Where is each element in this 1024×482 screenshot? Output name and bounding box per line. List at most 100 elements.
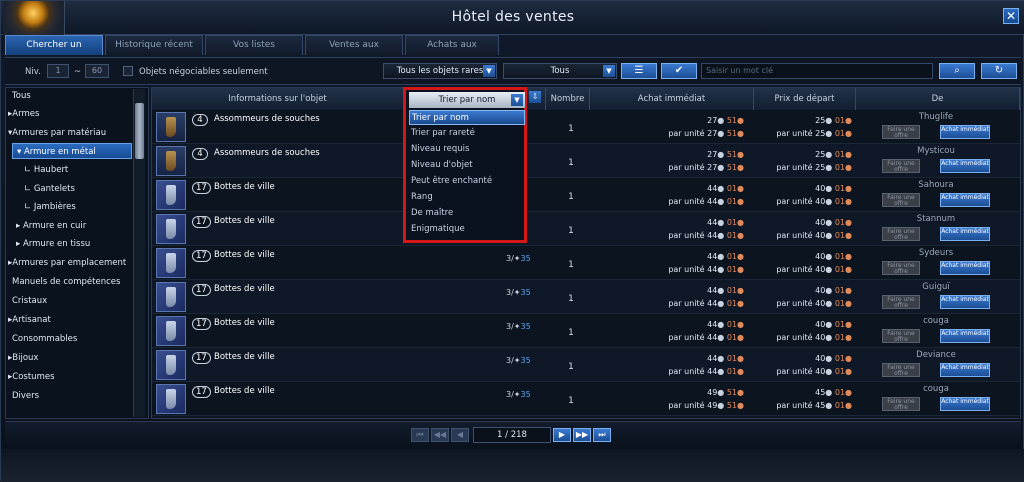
table-row[interactable]: 17 Bottes de ville 3/✦35 1 49● 51● par unité … [152,382,1020,416]
tab-search[interactable]: Chercher un objet [5,35,103,69]
tab-history[interactable]: Historique récent [105,35,203,55]
make-offer-button[interactable]: Faire une offre [882,261,920,275]
sort-option-enigmatic[interactable]: Enigmatique [409,222,525,237]
table-row[interactable]: 4Assommeurs de souches11127● 51●par unit… [152,110,1020,144]
plate-boots-icon[interactable] [156,180,186,210]
sort-option-enchantable[interactable]: Peut être enchanté [409,174,525,189]
table-row[interactable]: 17Bottes de ville35144● 01●par unité 44●… [152,212,1020,246]
make-offer-button[interactable]: Faire une offre [882,159,920,173]
plate-boots-icon[interactable] [156,214,186,244]
scrollbar-thumb[interactable] [135,103,144,159]
buy-now-button[interactable]: Achat immédiat [940,397,990,411]
sidebar-item-leather-armor[interactable]: ▸ Armure en cuir [16,218,86,234]
category-select[interactable]: Tous ▼ [503,63,617,79]
last-page-button[interactable]: ⏭ [593,428,611,442]
seller-name: Stannum [916,214,956,224]
first-page-button[interactable]: ⏮ [411,428,429,442]
sort-option-master[interactable]: De maître [409,206,525,221]
sidebar-item-consumables[interactable]: Consommables [12,331,77,347]
plate-boots-icon[interactable] [156,282,186,312]
buy-now-button[interactable]: Achat immédiat [940,329,990,343]
buy-now-button[interactable]: Achat immédiat [940,363,990,377]
plate-boots-icon[interactable] [156,384,186,414]
background-art [1,449,1024,482]
next-10-button[interactable]: ▶▶ [573,428,591,442]
make-offer-button[interactable]: Faire une offre [882,295,920,309]
tab-sales[interactable]: Ventes aux enchères [305,35,403,69]
sidebar-item-leggings[interactable]: ∟ Jambières [24,199,76,215]
sidebar-item-weapons[interactable]: ▸Armes [8,106,39,122]
make-offer-button[interactable]: Faire une offre [882,329,920,343]
column-header-seller[interactable]: De [856,88,1020,110]
tradable-checkbox[interactable] [123,66,133,76]
close-button[interactable]: ✕ [1003,8,1019,24]
buy-now-button[interactable]: Achat immédiat [940,193,990,207]
sort-option-required-level[interactable]: Niveau requis [409,142,525,157]
make-offer-button[interactable]: Faire une offre [882,227,920,241]
quantity: 1 [568,362,574,372]
sidebar-item-all[interactable]: Tous [12,88,31,104]
column-header-start[interactable]: Prix de départ [754,88,856,110]
refresh-button[interactable]: ↻ [981,63,1017,79]
sidebar-item-jewelry[interactable]: ▸Bijoux [8,350,38,366]
list-view-button[interactable]: ☰ [621,63,657,79]
sidebar-item-gauntlets[interactable]: ∟ Gantelets [24,181,75,197]
chevron-down-icon: ▼ [603,65,615,77]
table-row[interactable]: 17Bottes de ville35144● 01●par unité 44●… [152,178,1020,212]
search-button[interactable]: ⌕ [939,63,975,79]
sidebar-item-metal-armor[interactable]: ▾ Armure en métal [12,143,132,159]
sort-select[interactable]: Trier par nom ▼ [409,92,525,108]
sidebar-item-cloth-armor[interactable]: ▸ Armure en tissu [16,236,90,252]
plate-boots-icon[interactable] [156,350,186,380]
sidebar-item-crystals[interactable]: Cristaux [12,293,47,309]
search-input[interactable]: Saisir un mot clé [701,63,933,79]
leather-boots-icon[interactable] [156,146,186,176]
sidebar-item-hauberk[interactable]: ∟ Haubert [24,162,68,178]
quantity: 1 [568,192,574,202]
rarity-select[interactable]: Tous les objets rares ▼ [383,63,497,79]
plate-boots-icon[interactable] [156,316,186,346]
next-page-button[interactable]: ▶ [553,428,571,442]
start-price: 40● 01● [815,354,852,363]
prev-10-button[interactable]: ◀◀ [431,428,449,442]
level-min-input[interactable]: 1 [47,64,69,78]
auction-house-window: Hôtel des ventes ✕ Chercher un objet His… [0,0,1024,482]
prev-page-button[interactable]: ◀ [451,428,469,442]
column-header-qty[interactable]: Nombre [546,88,590,110]
table-row[interactable]: 4Assommeurs de souches11127● 51●par unit… [152,144,1020,178]
table-row[interactable]: 17 Bottes de ville 3/✦35 1 44● 01● par unité … [152,348,1020,382]
level-max-input[interactable]: 60 [85,64,109,78]
buy-now-button[interactable]: Achat immédiat [940,227,990,241]
sort-option-name[interactable]: Trier par nom [409,110,525,125]
sidebar-item-crafting[interactable]: ▸Artisanat [8,312,51,328]
buy-now-button[interactable]: Achat immédiat [940,295,990,309]
sidebar-item-armor-slot[interactable]: ▸Armures par emplacement [8,255,126,271]
table-row[interactable]: 17 Bottes de ville 3/✦35 1 44● 01● par unité … [152,280,1020,314]
sidebar-item-skill-books[interactable]: Manuels de compétences [12,274,120,290]
sidebar-item-misc[interactable]: Divers [12,388,39,404]
sort-option-item-level[interactable]: Niveau d'objet [409,158,525,173]
sidebar-item-costumes[interactable]: ▸Costumes [8,369,55,385]
leather-boots-icon[interactable] [156,112,186,142]
make-offer-button[interactable]: Faire une offre [882,363,920,377]
table-row[interactable]: 17 Bottes de ville 3/✦35 1 44● 01● par unité … [152,246,1020,280]
buy-now-button[interactable]: Achat immédiat [940,125,990,139]
table-row[interactable]: 17 Bottes de ville 3/✦35 1 44● 01● par unité … [152,314,1020,348]
make-offer-button[interactable]: Faire une offre [882,397,920,411]
plate-boots-icon[interactable] [156,248,186,278]
buy-now-button[interactable]: Achat immédiat [940,159,990,173]
column-header-info[interactable]: Informations sur l'objet [152,88,404,110]
sort-option-rarity[interactable]: Trier par rareté [409,126,525,141]
check-button[interactable]: ✔ [661,63,697,79]
make-offer-button[interactable]: Faire une offre [882,125,920,139]
sort-direction-icon[interactable]: ⇩ [529,91,541,103]
buy-now-button[interactable]: Achat immédiat [940,261,990,275]
make-offer-button[interactable]: Faire une offre [882,193,920,207]
tab-purchases[interactable]: Achats aux enchères [405,35,499,69]
sidebar-scrollbar[interactable] [133,89,145,417]
sidebar-item-armor-material[interactable]: ▾Armures par matériau [8,125,106,141]
column-header-buyout[interactable]: Achat immédiat [590,88,754,110]
tab-lists[interactable]: Vos listes [205,35,303,55]
item-level-badge: 17 [192,250,211,262]
sort-option-rank[interactable]: Rang [409,190,525,205]
